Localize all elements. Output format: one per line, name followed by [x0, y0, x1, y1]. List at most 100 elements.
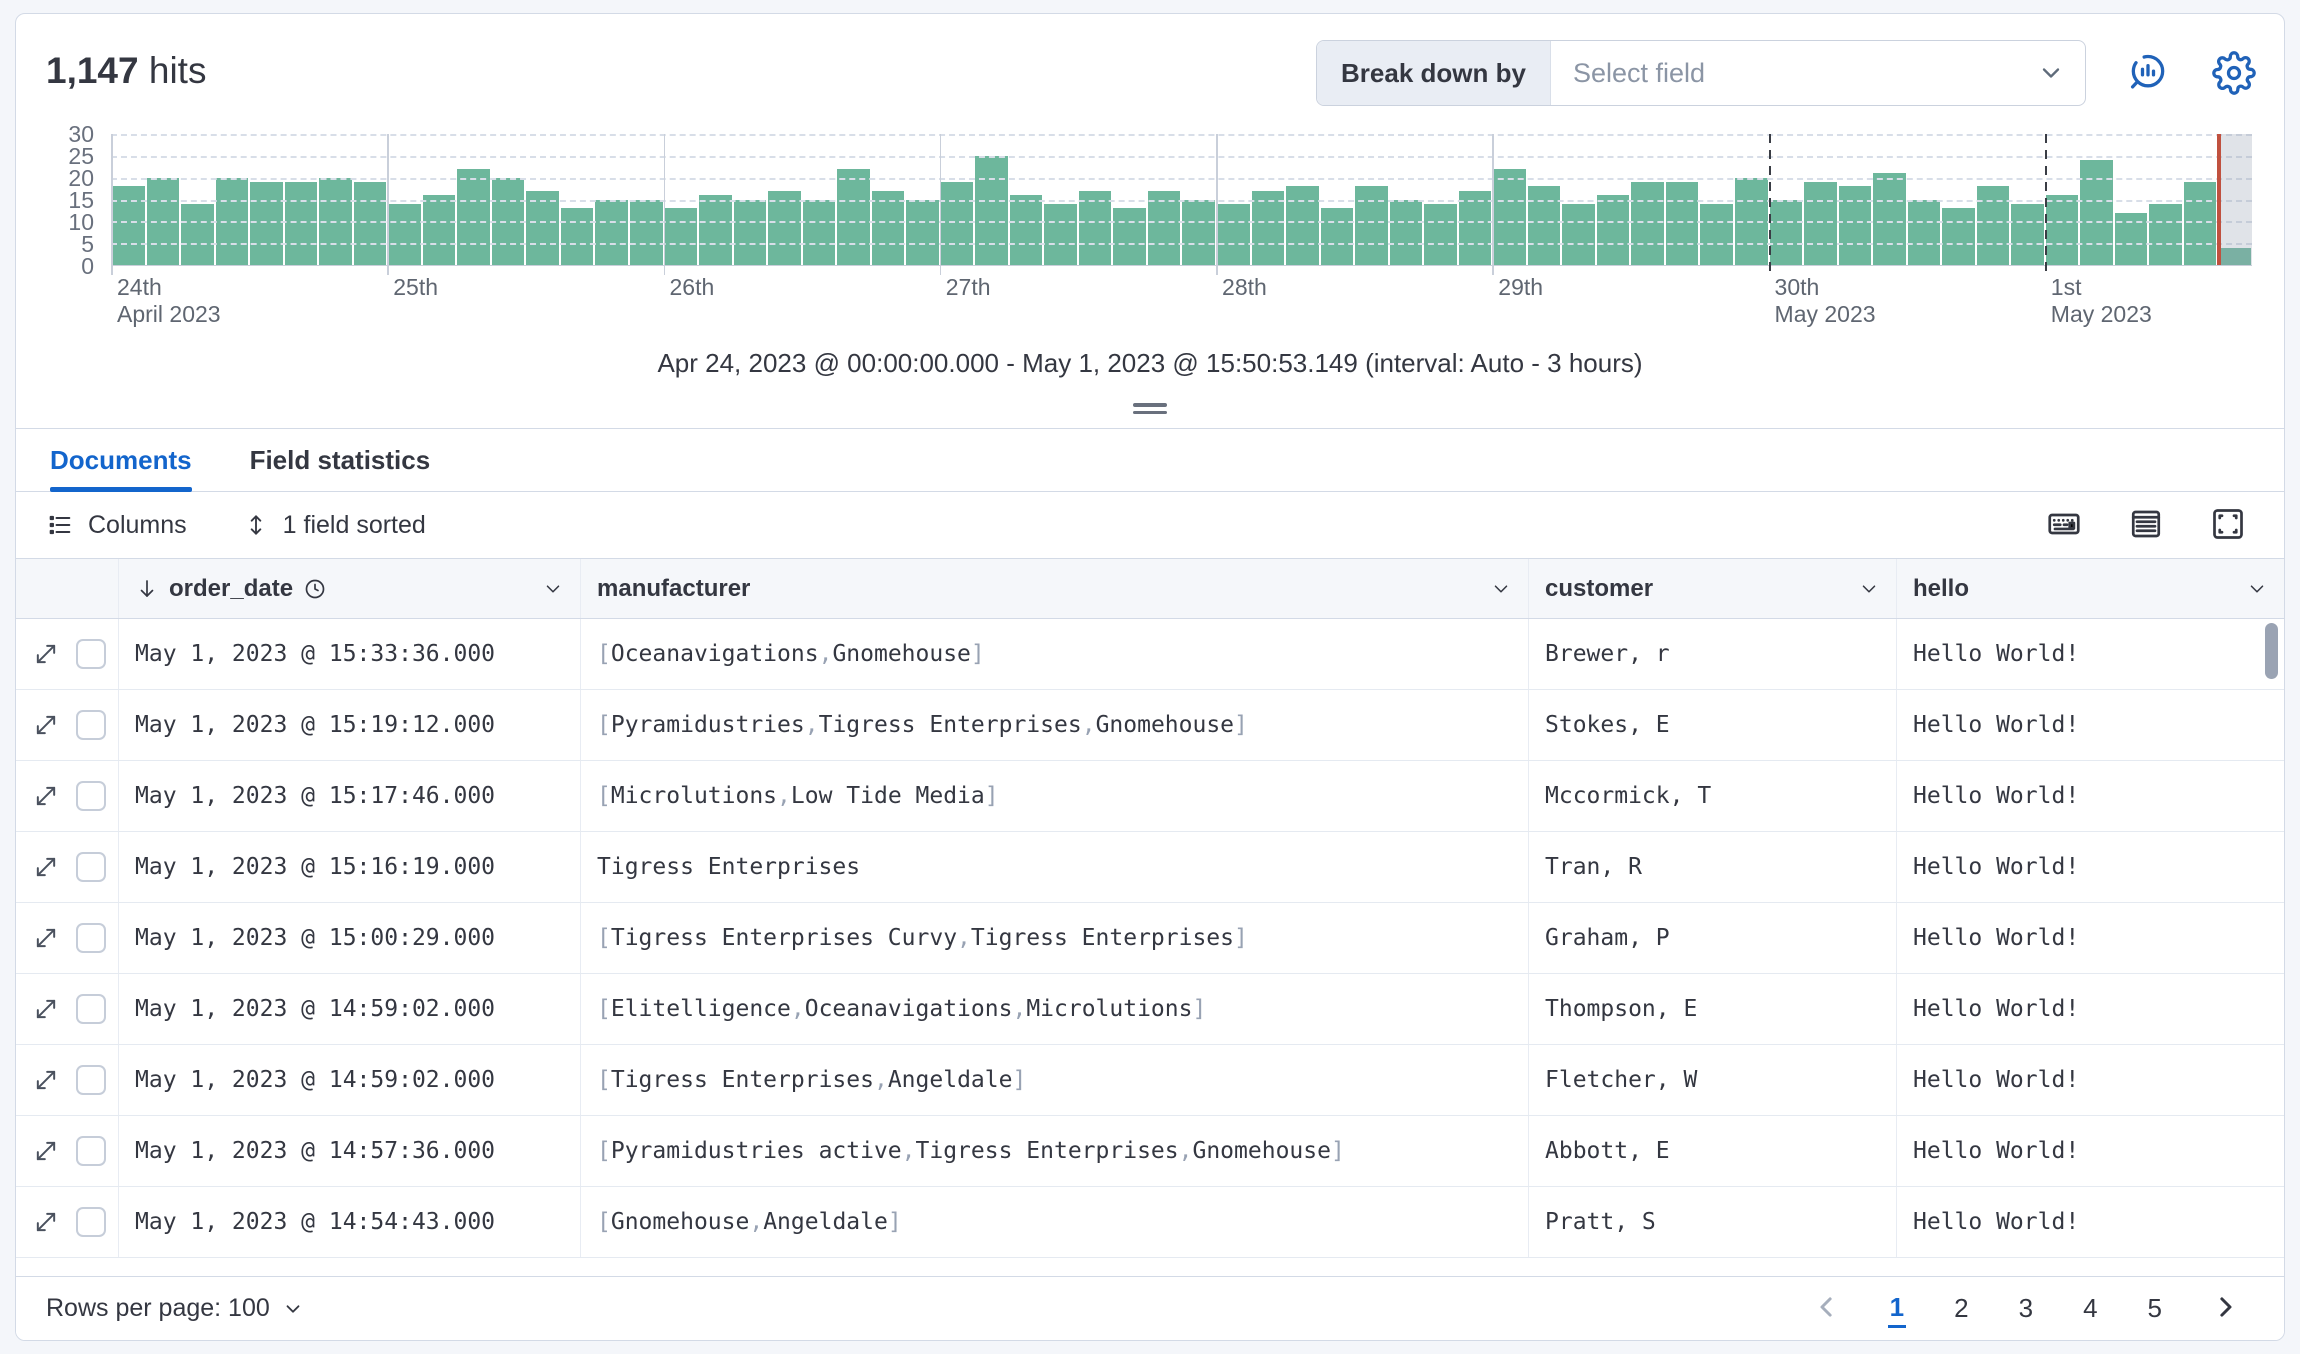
histogram-bar[interactable]	[699, 195, 732, 265]
histogram-bar[interactable]	[181, 203, 214, 265]
histogram-bar[interactable]	[1631, 182, 1664, 265]
histogram-bar[interactable]	[768, 190, 801, 265]
histogram-bar[interactable]	[940, 182, 974, 265]
histogram-bar[interactable]	[1976, 186, 2010, 265]
cell-hello[interactable]: Hello World!	[1896, 832, 2284, 902]
histogram-bar[interactable]	[2011, 203, 2044, 265]
histogram-bar[interactable]	[1665, 182, 1699, 265]
rows-per-page-button[interactable]: Rows per page: 100	[46, 1294, 304, 1323]
cell-order-date[interactable]: May 1, 2023 @ 15:19:12.000	[118, 690, 580, 760]
row-checkbox[interactable]	[76, 994, 106, 1024]
page-number-button[interactable]: 4	[2081, 1290, 2099, 1328]
vertical-scrollbar-thumb[interactable]	[2265, 623, 2278, 679]
cell-hello[interactable]: Hello World!	[1896, 619, 2284, 689]
cell-hello[interactable]: Hello World!	[1896, 690, 2284, 760]
cell-order-date[interactable]: May 1, 2023 @ 15:33:36.000	[118, 619, 580, 689]
cell-order-date[interactable]: May 1, 2023 @ 15:00:29.000	[118, 903, 580, 973]
histogram-bar[interactable]	[664, 208, 698, 265]
cell-customer[interactable]: Tran, R	[1528, 832, 1896, 902]
histogram-bar[interactable]	[1527, 186, 1561, 265]
cell-hello[interactable]: Hello World!	[1896, 1045, 2284, 1115]
page-number-button[interactable]: 2	[1952, 1290, 1970, 1328]
histogram-bar[interactable]	[1907, 199, 1941, 265]
histogram-bar[interactable]	[975, 155, 1008, 265]
display-options-button[interactable]	[2128, 506, 2164, 545]
tab-field-statistics[interactable]: Field statistics	[250, 429, 431, 491]
histogram-bar[interactable]	[837, 168, 870, 265]
cell-manufacturer[interactable]: [Gnomehouse, Angeldale]	[580, 1187, 1528, 1257]
histogram-bar[interactable]	[422, 195, 456, 265]
histogram-bar[interactable]	[733, 199, 767, 265]
histogram-bar[interactable]	[1389, 199, 1423, 265]
cell-manufacturer[interactable]: Tigress Enterprises	[580, 832, 1528, 902]
histogram-bar[interactable]	[526, 190, 559, 265]
histogram-bar[interactable]	[353, 182, 387, 265]
cell-hello[interactable]: Hello World!	[1896, 1116, 2284, 1186]
cell-manufacturer[interactable]: [Pyramidustries, Tigress Enterprises, Gn…	[580, 690, 1528, 760]
histogram-bar[interactable]	[1804, 182, 1837, 265]
histogram-bar[interactable]	[1458, 190, 1492, 265]
row-checkbox[interactable]	[76, 781, 106, 811]
row-checkbox[interactable]	[76, 852, 106, 882]
row-checkbox[interactable]	[76, 923, 106, 953]
histogram-bar[interactable]	[1493, 168, 1526, 265]
histogram-bar[interactable]	[1873, 173, 1906, 265]
expand-row-icon[interactable]	[32, 711, 60, 739]
cell-customer[interactable]: Fletcher, W	[1528, 1045, 1896, 1115]
columns-button[interactable]: Columns	[46, 511, 187, 540]
histogram-bar[interactable]	[1596, 195, 1630, 265]
cell-customer[interactable]: Thompson, E	[1528, 974, 1896, 1044]
cell-hello[interactable]: Hello World!	[1896, 761, 2284, 831]
histogram-bar[interactable]	[1838, 186, 1872, 265]
histogram-bar[interactable]	[1562, 203, 1595, 265]
previous-page-button[interactable]	[1812, 1292, 1842, 1325]
histogram-bar[interactable]	[2045, 195, 2079, 265]
cell-manufacturer[interactable]: [Tigress Enterprises Curvy, Tigress Ente…	[580, 903, 1528, 973]
tab-documents[interactable]: Documents	[50, 429, 192, 492]
cell-hello[interactable]: Hello World!	[1896, 974, 2284, 1044]
keyboard-shortcuts-button[interactable]	[2046, 506, 2082, 545]
cell-order-date[interactable]: May 1, 2023 @ 14:59:02.000	[118, 1045, 580, 1115]
expand-row-icon[interactable]	[32, 924, 60, 952]
cell-customer[interactable]: Graham, P	[1528, 903, 1896, 973]
cell-order-date[interactable]: May 1, 2023 @ 14:59:02.000	[118, 974, 580, 1044]
page-number-button[interactable]: 5	[2146, 1290, 2164, 1328]
row-checkbox[interactable]	[76, 1207, 106, 1237]
grid-header-order-date[interactable]: order_date	[118, 559, 580, 618]
histogram-bar[interactable]	[112, 186, 145, 265]
cell-hello[interactable]: Hello World!	[1896, 1187, 2284, 1257]
sort-fields-button[interactable]: 1 field sorted	[243, 511, 426, 540]
expand-row-icon[interactable]	[32, 1137, 60, 1165]
expand-row-icon[interactable]	[32, 782, 60, 810]
histogram-bar[interactable]	[388, 203, 421, 265]
cell-manufacturer[interactable]: [Elitelligence, Oceanavigations, Microlu…	[580, 974, 1528, 1044]
histogram-bar[interactable]	[1078, 190, 1112, 265]
histogram-bar[interactable]	[1182, 199, 1215, 265]
expand-row-icon[interactable]	[32, 1066, 60, 1094]
histogram-bar[interactable]	[1217, 203, 1250, 265]
fullscreen-button[interactable]	[2210, 506, 2246, 545]
edit-visualization-button[interactable]	[2124, 49, 2172, 97]
cell-order-date[interactable]: May 1, 2023 @ 15:17:46.000	[118, 761, 580, 831]
page-number-button[interactable]: 1	[1887, 1290, 1907, 1328]
histogram-bar[interactable]	[2183, 182, 2217, 265]
cell-customer[interactable]: Abbott, E	[1528, 1116, 1896, 1186]
histogram-bar[interactable]	[802, 199, 836, 265]
histogram-bar[interactable]	[1942, 208, 1975, 265]
grid-header-hello[interactable]: hello	[1896, 559, 2284, 618]
chart-options-button[interactable]	[2210, 49, 2258, 97]
expand-row-icon[interactable]	[32, 640, 60, 668]
histogram-bar[interactable]	[2080, 160, 2113, 265]
expand-row-icon[interactable]	[32, 853, 60, 881]
next-page-button[interactable]	[2210, 1292, 2240, 1325]
cell-hello[interactable]: Hello World!	[1896, 903, 2284, 973]
histogram-bar[interactable]	[1320, 208, 1354, 265]
cell-manufacturer[interactable]: [Oceanavigations, Gnomehouse]	[580, 619, 1528, 689]
expand-row-icon[interactable]	[32, 995, 60, 1023]
histogram-bar[interactable]	[595, 199, 628, 265]
histogram-bar[interactable]	[1009, 195, 1043, 265]
cell-customer[interactable]: Brewer, r	[1528, 619, 1896, 689]
histogram-bar[interactable]	[1147, 190, 1181, 265]
histogram-bar[interactable]	[629, 199, 663, 265]
histogram-bar[interactable]	[906, 199, 939, 265]
